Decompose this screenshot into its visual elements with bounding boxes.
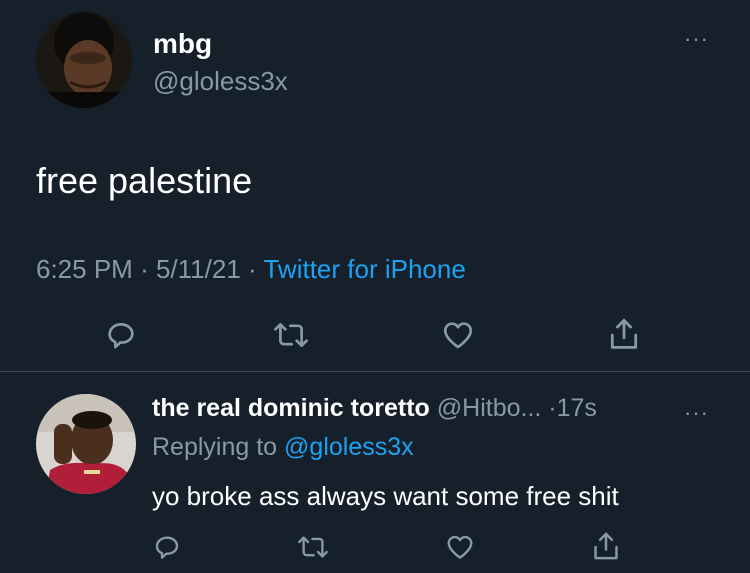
replying-handle-link[interactable]: @gloless3x xyxy=(284,433,414,461)
reply-text: yo broke ass always want some free shit xyxy=(152,481,619,511)
replying-to: Replying to @gloless3x xyxy=(152,433,414,462)
author-name[interactable]: mbg xyxy=(153,28,212,60)
more-icon[interactable]: ··· xyxy=(684,28,709,50)
reply-header: the real dominic toretto @Hitbo... ·17s xyxy=(152,394,597,423)
like-icon[interactable] xyxy=(440,318,476,352)
tweet-time[interactable]: 6:25 PM xyxy=(36,254,133,284)
tweet-meta: 6:25 PM · 5/11/21 · Twitter for iPhone xyxy=(36,254,466,285)
reply-age[interactable]: 17s xyxy=(557,394,597,422)
tweet-date[interactable]: 5/11/21 xyxy=(156,254,241,284)
like-icon[interactable] xyxy=(444,532,476,562)
author-handle[interactable]: @gloless3x xyxy=(153,66,288,97)
share-icon[interactable] xyxy=(606,316,642,354)
retweet-icon[interactable] xyxy=(296,532,330,562)
reply-separator: · xyxy=(548,394,557,422)
more-icon[interactable]: ··· xyxy=(684,402,709,424)
main-tweet: mbg @gloless3x ··· free palestine 6:25 P… xyxy=(0,0,750,372)
tweet-source[interactable]: Twitter for iPhone xyxy=(263,254,465,284)
reply-author-handle[interactable]: @Hitbo... xyxy=(437,394,542,422)
share-icon[interactable] xyxy=(590,530,622,564)
meta-separator: · xyxy=(248,254,257,284)
reply-icon[interactable] xyxy=(104,318,138,352)
replying-prefix: Replying to xyxy=(152,433,278,461)
meta-separator: · xyxy=(140,254,149,284)
author-avatar[interactable] xyxy=(36,12,132,108)
reply-author-avatar[interactable] xyxy=(36,394,136,494)
tweet-text: free palestine xyxy=(36,160,253,201)
reply-icon[interactable] xyxy=(152,532,182,562)
reply-tweet[interactable]: the real dominic toretto @Hitbo... ·17s … xyxy=(0,372,750,573)
retweet-icon[interactable] xyxy=(272,318,310,352)
reply-author-name[interactable]: the real dominic toretto xyxy=(152,394,430,422)
